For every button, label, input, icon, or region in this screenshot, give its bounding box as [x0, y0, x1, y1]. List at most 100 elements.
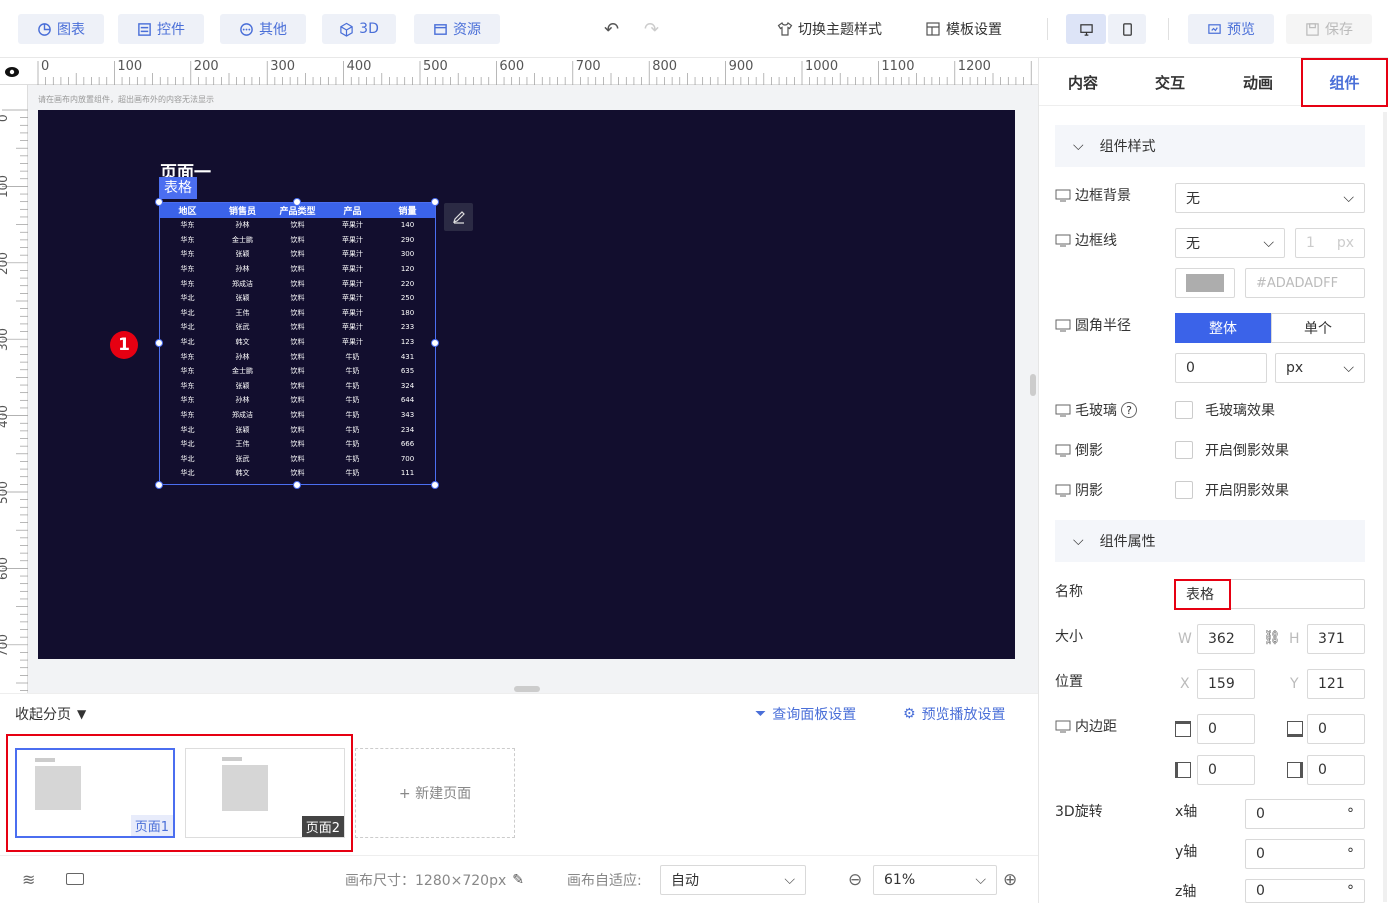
layers-icon[interactable]: ≋ [22, 870, 35, 889]
resize-handle[interactable] [155, 198, 163, 206]
rotate-x-input[interactable]: 0 ° [1245, 799, 1365, 829]
border-line-select[interactable]: 无 ⌵ [1175, 228, 1285, 258]
ruler-label: 600 [499, 59, 525, 74]
table-cell: 饮料 [290, 294, 305, 303]
resize-handle[interactable] [293, 481, 301, 489]
mobile-view-button[interactable] [1108, 14, 1146, 44]
edit-widget-button[interactable] [444, 203, 473, 231]
section-style[interactable]: ⌵ 组件样式 [1055, 125, 1365, 167]
control-button[interactable]: 控件 [118, 14, 204, 44]
y-input[interactable]: 121 [1307, 669, 1365, 699]
x-input[interactable]: 159 [1197, 669, 1255, 699]
table-cell: 王伟 [235, 308, 250, 317]
table-cell: 饮料 [290, 250, 305, 259]
zoom-out-icon[interactable]: ⊖ [848, 870, 862, 890]
table-row: 华北 张武 饮料 苹果汁 233 [160, 320, 435, 335]
save-icon [1306, 22, 1319, 36]
border-color-swatch[interactable] [1175, 268, 1235, 298]
name-highlight [1174, 579, 1231, 610]
resize-handle[interactable] [431, 339, 439, 347]
redo-button[interactable]: ↷ [644, 14, 659, 44]
zoom-select[interactable]: 61% ⌵ [873, 865, 997, 895]
resource-button[interactable]: 资源 [414, 14, 500, 44]
tab-interaction[interactable]: 交互 [1127, 58, 1213, 106]
resize-handle[interactable] [155, 481, 163, 489]
switch-theme-button[interactable]: 切换主题样式 [777, 14, 882, 44]
table-cell: 250 [400, 294, 415, 303]
fit-select[interactable]: 自动 ⌵ [660, 865, 806, 895]
lock-ratio-icon[interactable]: ⛓ [1263, 630, 1281, 646]
padding-top-input[interactable]: 0 [1197, 714, 1255, 744]
thumb-block [35, 766, 81, 810]
edit-size-icon[interactable]: ✎ [512, 872, 524, 888]
rotate-z-input[interactable]: 0 ° [1245, 879, 1365, 903]
preview-button[interactable]: 预览 [1188, 14, 1274, 44]
monitor-icon [1055, 404, 1071, 416]
preview-play-settings[interactable]: ⚙ 预览播放设置 [903, 704, 1006, 724]
width-input[interactable]: 362 [1197, 624, 1255, 654]
ruler-label: 700 [0, 633, 10, 657]
table-row: 华东 金士鹏 饮料 牛奶 635 [160, 364, 435, 379]
table-cell: 饮料 [290, 279, 305, 288]
ruler-label: 0 [0, 92, 10, 122]
marker-1: 1 [110, 331, 138, 359]
resize-handle[interactable] [431, 481, 439, 489]
frost-checkbox[interactable] [1175, 401, 1193, 419]
3d-button[interactable]: 3D [322, 14, 396, 44]
chart-button[interactable]: 图表 [18, 14, 104, 44]
shadow-checkbox[interactable] [1175, 481, 1193, 499]
border-bg-select[interactable]: 无 ⌵ [1175, 183, 1365, 213]
query-panel-settings[interactable]: ⏷ 查询面板设置 [755, 704, 856, 724]
table-cell: 140 [400, 221, 415, 230]
reflect-checkbox[interactable] [1175, 441, 1193, 459]
panel-resize-grip[interactable] [1030, 374, 1036, 396]
new-page-button[interactable]: + 新建页面 [355, 748, 515, 838]
collapse-pages-button[interactable]: 收起分页 ▼ [15, 704, 86, 724]
page-thumb-label: 页面2 [301, 816, 344, 837]
eye-icon[interactable] [4, 65, 20, 79]
padding-right-input[interactable]: 0 [1307, 755, 1365, 785]
filter-icon: ⏷ [755, 706, 767, 722]
radius-unit-select[interactable]: px ⌵ [1275, 353, 1365, 383]
table-row: 华东 张颖 饮料 苹果汁 300 [160, 247, 435, 262]
chevron-down-icon: ⌵ [1343, 360, 1354, 376]
rotate-y-input[interactable]: 0 ° [1245, 839, 1365, 869]
other-button[interactable]: 其他 [220, 14, 306, 44]
table-row: 华东 金士鹏 饮料 苹果汁 290 [160, 233, 435, 248]
table-widget[interactable]: 地区 销售员 产品类型 产品 销量 华东 孙林 饮料 苹果汁 140 华东 金士鹏 饮料 苹果汁… [159, 202, 436, 485]
border-color-input[interactable]: #ADADADFF [1245, 268, 1365, 298]
zoom-in-icon[interactable]: ⊕ [1003, 870, 1017, 890]
undo-button[interactable]: ↶ [604, 14, 619, 44]
h-label: H [1289, 631, 1300, 647]
ruler-label: 500 [423, 59, 448, 74]
template-settings-button[interactable]: 模板设置 [925, 14, 1002, 44]
table-cell: 饮料 [290, 381, 305, 390]
scrollbar[interactable] [1383, 112, 1387, 902]
radius-input[interactable]: 0 [1175, 353, 1267, 383]
resize-handle[interactable] [431, 198, 439, 206]
ruler-vertical: 0 100 200 300 400 500 600 700 [0, 85, 28, 693]
cube-icon [340, 22, 353, 37]
padding-left-input[interactable]: 0 [1197, 755, 1255, 785]
tab-component[interactable]: 组件 [1301, 58, 1388, 107]
page-thumb-1[interactable]: 页面1 [15, 748, 175, 838]
radius-whole-button[interactable]: 整体 [1175, 313, 1271, 343]
save-button[interactable]: 保存 [1286, 14, 1372, 44]
keyboard-icon[interactable] [66, 873, 84, 885]
bottom-resize-grip[interactable] [514, 686, 540, 692]
height-input[interactable]: 371 [1307, 624, 1365, 654]
padding-bottom-input[interactable]: 0 [1307, 714, 1365, 744]
table-cell: 苹果汁 [342, 323, 363, 332]
padding-label: 内边距 [1055, 716, 1117, 736]
resize-handle[interactable] [155, 339, 163, 347]
border-width-input[interactable]: 1 px [1295, 228, 1365, 258]
desktop-view-button[interactable] [1066, 14, 1106, 44]
tab-animation[interactable]: 动画 [1213, 58, 1301, 106]
resize-handle[interactable] [293, 198, 301, 206]
help-icon[interactable]: ? [1121, 402, 1137, 418]
section-attributes[interactable]: ⌵ 组件属性 [1055, 520, 1365, 562]
radius-single-button[interactable]: 单个 [1271, 313, 1365, 343]
tab-content[interactable]: 内容 [1039, 58, 1127, 106]
resource-icon [434, 23, 447, 35]
page-thumb-2[interactable]: 页面2 [185, 748, 345, 838]
